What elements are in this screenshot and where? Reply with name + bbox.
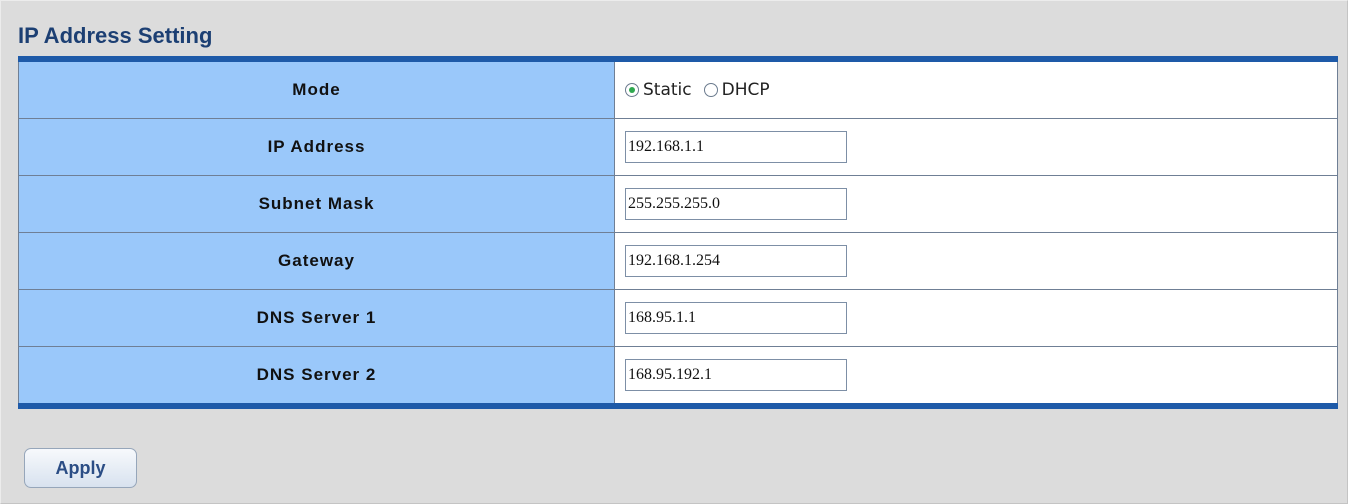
subnet-mask-row: Subnet Mask <box>18 175 1338 233</box>
subnet-mask-label: Subnet Mask <box>18 175 615 233</box>
dns-server-2-row: DNS Server 2 <box>18 346 1338 403</box>
ip-address-row: IP Address <box>18 118 1338 176</box>
dns-server-1-input[interactable] <box>625 302 847 334</box>
ip-address-input[interactable] <box>625 131 847 163</box>
ip-address-cell <box>614 118 1338 176</box>
subnet-mask-input[interactable] <box>625 188 847 220</box>
dns-server-1-label: DNS Server 1 <box>18 289 615 347</box>
gateway-cell <box>614 232 1338 290</box>
gateway-row: Gateway <box>18 232 1338 290</box>
mode-label: Mode <box>18 62 615 119</box>
mode-radio-group: Static DHCP <box>625 80 1337 100</box>
dns-server-2-label: DNS Server 2 <box>18 346 615 403</box>
gateway-label: Gateway <box>18 232 615 290</box>
apply-button[interactable]: Apply <box>24 448 137 488</box>
dns-server-2-input[interactable] <box>625 359 847 391</box>
subnet-mask-cell <box>614 175 1338 233</box>
mode-value-cell: Static DHCP <box>614 62 1338 119</box>
ip-settings-table: Mode Static DHCP IP Address Subnet Mask <box>18 56 1338 409</box>
ip-address-label: IP Address <box>18 118 615 176</box>
dns-server-1-row: DNS Server 1 <box>18 289 1338 347</box>
static-radio[interactable] <box>625 83 639 97</box>
section-title: IP Address Setting <box>18 23 213 48</box>
gateway-input[interactable] <box>625 245 847 277</box>
dhcp-radio-label[interactable]: DHCP <box>722 80 770 100</box>
dhcp-radio[interactable] <box>703 83 718 97</box>
dns-server-1-cell <box>614 289 1338 347</box>
dns-server-2-cell <box>614 346 1338 403</box>
mode-row: Mode Static DHCP <box>18 62 1338 119</box>
static-radio-label[interactable]: Static <box>643 80 692 100</box>
